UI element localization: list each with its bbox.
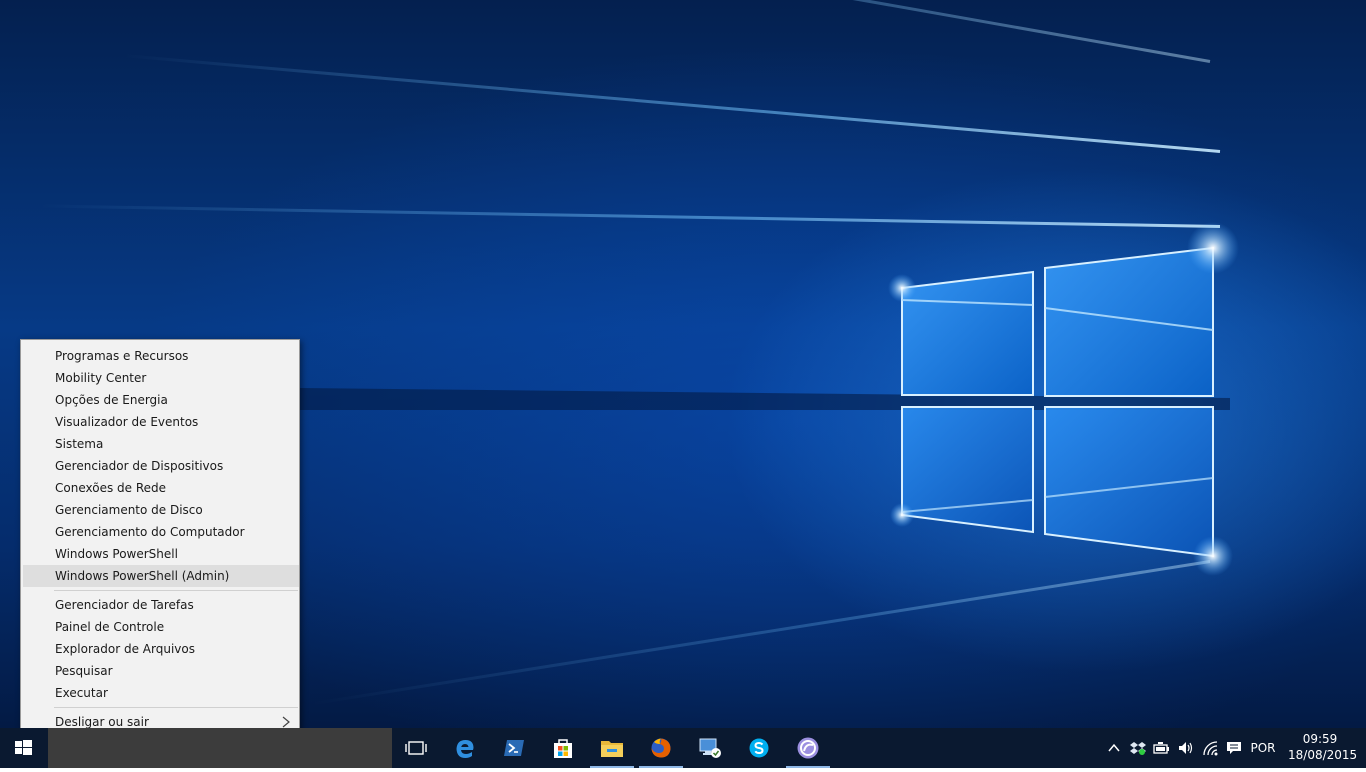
search-box[interactable] <box>48 728 392 768</box>
menu-item-mobility-center[interactable]: Mobility Center <box>23 367 299 389</box>
menu-item-label: Gerenciador de Tarefas <box>55 598 194 612</box>
menu-item-label: Pesquisar <box>55 664 113 678</box>
menu-separator <box>54 590 298 591</box>
input-language-button[interactable]: POR <box>1248 728 1278 768</box>
menu-item-label: Opções de Energia <box>55 393 168 407</box>
dropbox-tray-button[interactable] <box>1128 728 1148 768</box>
taskbar-button-store[interactable] <box>539 728 587 768</box>
remote-desktop-icon <box>698 737 722 759</box>
taskbar-button-firefox[interactable] <box>637 728 685 768</box>
menu-item-label: Gerenciamento de Disco <box>55 503 203 517</box>
volume-tray-button[interactable] <box>1176 728 1196 768</box>
network-tray-button[interactable] <box>1200 728 1222 768</box>
taskbar-button-remote-desktop[interactable] <box>686 728 734 768</box>
clock-button[interactable]: 09:59 18/08/2015 <box>1288 731 1358 763</box>
menu-item-gerenciador-de-tarefas[interactable]: Gerenciador de Tarefas <box>23 594 299 616</box>
menu-item-label: Painel de Controle <box>55 620 165 634</box>
menu-item-label: Gerenciamento do Computador <box>55 525 245 539</box>
start-button[interactable] <box>0 728 48 768</box>
taskbar-button-skype[interactable] <box>735 728 783 768</box>
language-indicator: POR <box>1250 741 1276 755</box>
firefox-icon <box>650 737 672 759</box>
windows-start-icon <box>15 740 32 755</box>
clock-date: 18/08/2015 <box>1288 748 1358 762</box>
taskbar-button-task-view[interactable] <box>392 728 440 768</box>
notifications-icon <box>1227 742 1241 754</box>
menu-item-label: Desligar ou sair <box>55 715 149 729</box>
battery-tray-button[interactable] <box>1152 728 1172 768</box>
menu-item-pesquisar[interactable]: Pesquisar <box>23 660 299 682</box>
menu-item-opcoes-de-energia[interactable]: Opções de Energia <box>23 389 299 411</box>
chevron-up-icon <box>1108 743 1120 752</box>
menu-item-windows-powershell[interactable]: Windows PowerShell <box>23 543 299 565</box>
store-icon <box>552 737 574 759</box>
menu-item-conexoes-de-rede[interactable]: Conexões de Rede <box>23 477 299 499</box>
powershell-icon <box>503 738 525 758</box>
menu-item-label: Explorador de Arquivos <box>55 642 195 656</box>
menu-item-label: Windows PowerShell (Admin) <box>55 569 230 583</box>
power-user-menu: Programas e Recursos Mobility Center Opçõe… <box>20 339 300 759</box>
menu-item-label: Windows PowerShell <box>55 547 178 561</box>
taskbar-button-powershell[interactable] <box>490 728 538 768</box>
action-center-button[interactable] <box>1224 728 1244 768</box>
menu-item-label: Programas e Recursos <box>55 349 189 363</box>
file-explorer-icon <box>600 738 624 758</box>
battery-icon <box>1153 742 1169 754</box>
taskbar-button-edge[interactable] <box>441 728 489 768</box>
menu-item-gerenciamento-do-computador[interactable]: Gerenciamento do Computador <box>23 521 299 543</box>
menu-item-label: Conexões de Rede <box>55 481 167 495</box>
dropbox-icon <box>1130 742 1146 755</box>
edge-icon <box>454 737 476 759</box>
menu-item-painel-de-controle[interactable]: Painel de Controle <box>23 616 299 638</box>
taskbar: POR 09:59 18/08/2015 <box>0 728 1366 768</box>
task-view-icon <box>405 739 427 757</box>
menu-separator <box>54 707 298 708</box>
skype-icon <box>748 737 770 759</box>
menu-item-label: Executar <box>55 686 108 700</box>
volume-icon <box>1179 742 1193 754</box>
bittorrent-icon <box>796 736 820 760</box>
menu-item-windows-powershell-admin[interactable]: Windows PowerShell (Admin) <box>23 565 299 587</box>
menu-item-sistema[interactable]: Sistema <box>23 433 299 455</box>
menu-item-explorador-de-arquivos[interactable]: Explorador de Arquivos <box>23 638 299 660</box>
menu-item-visualizador-de-eventos[interactable]: Visualizador de Eventos <box>23 411 299 433</box>
menu-item-label: Visualizador de Eventos <box>55 415 199 429</box>
menu-item-programas-e-recursos[interactable]: Programas e Recursos <box>23 345 299 367</box>
taskbar-button-file-explorer[interactable] <box>588 728 636 768</box>
menu-item-label: Sistema <box>55 437 104 451</box>
menu-item-gerenciamento-de-disco[interactable]: Gerenciamento de Disco <box>23 499 299 521</box>
menu-item-gerenciador-de-dispositivos[interactable]: Gerenciador de Dispositivos <box>23 455 299 477</box>
clock-time: 09:59 <box>1302 732 1338 746</box>
taskbar-button-bittorrent[interactable] <box>784 728 832 768</box>
menu-item-label: Mobility Center <box>55 371 147 385</box>
wifi-icon <box>1203 741 1218 756</box>
show-hidden-icons-button[interactable] <box>1104 728 1124 768</box>
menu-item-executar[interactable]: Executar <box>23 682 299 704</box>
menu-item-label: Gerenciador de Dispositivos <box>55 459 224 473</box>
